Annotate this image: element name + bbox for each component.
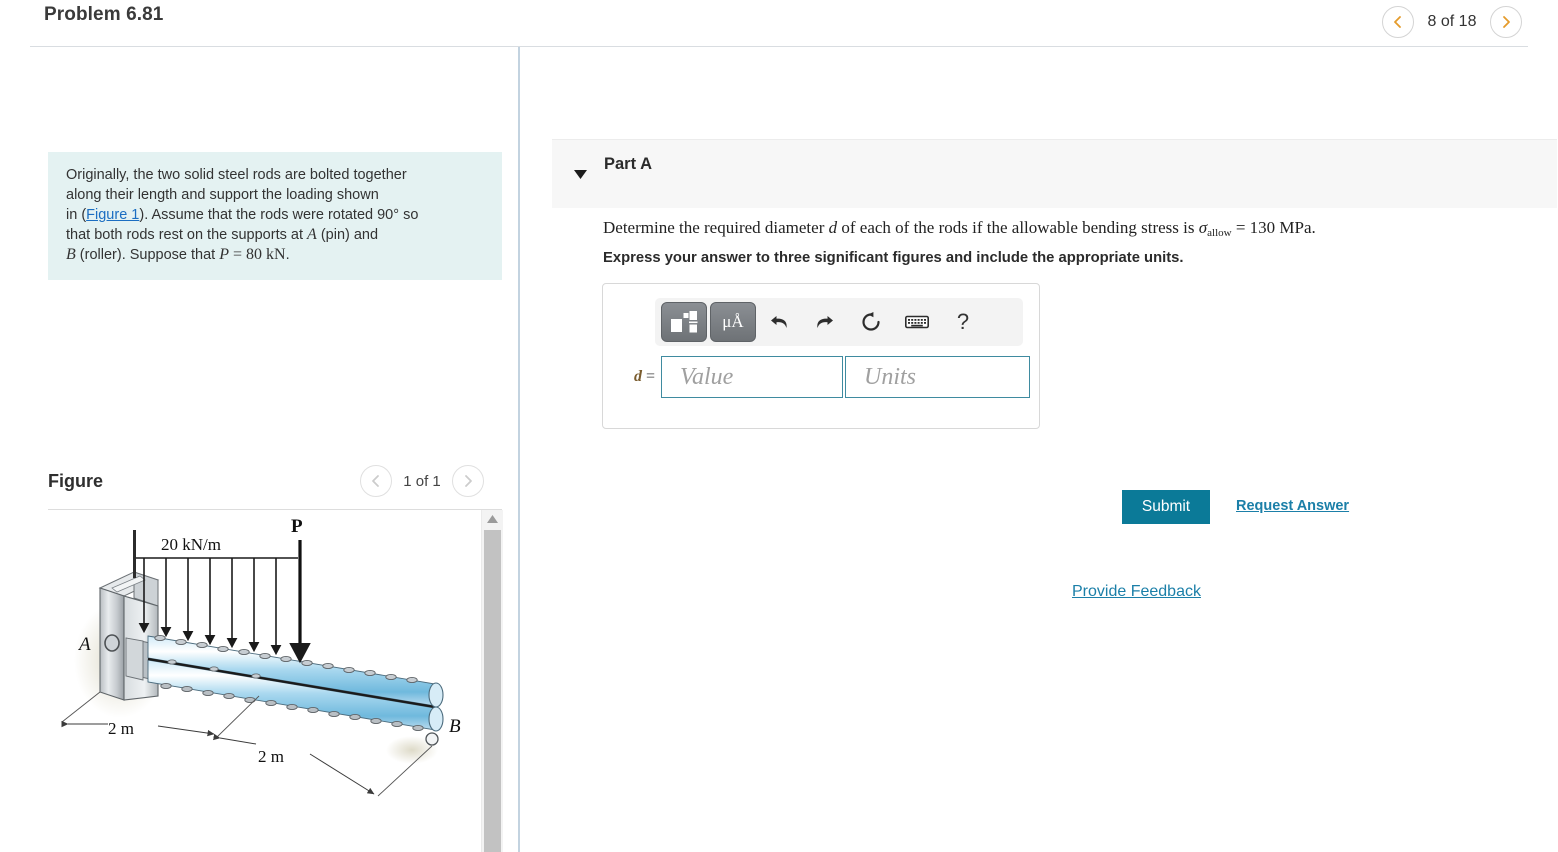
scroll-up-arrow-icon — [487, 515, 498, 523]
dimension-1-label: 2 m — [108, 719, 134, 738]
page-header: Problem 6.81 8 of 18 — [0, 0, 1558, 47]
units-button[interactable]: μÅ — [710, 302, 756, 342]
stress-symbol: σ — [1198, 218, 1208, 237]
caret-down-icon[interactable] — [574, 166, 587, 184]
statement-line-1: Originally, the two solid steel rods are… — [66, 167, 407, 183]
distributed-load-label: 20 kN/m — [161, 535, 221, 554]
question-text: Determine the required diameter d of eac… — [603, 217, 1503, 244]
question-end: . — [1311, 218, 1316, 237]
next-figure-button[interactable] — [452, 465, 484, 497]
page-title: Problem 6.81 — [44, 4, 164, 25]
undo-arrow-icon — [771, 316, 787, 328]
figure-header: Figure 1 of 1 — [48, 465, 502, 505]
problem-page: Problem 6.81 8 of 18 Originally, the two… — [0, 0, 1558, 852]
answer-variable: d — [633, 368, 642, 385]
figure-viewport[interactable]: 20 kN/m P A B 2 m 2 m — [48, 510, 502, 852]
keyboard-icon — [905, 315, 929, 329]
figure-link[interactable]: Figure 1 — [86, 207, 139, 223]
answer-toolbar: μÅ ? — [655, 298, 1023, 346]
part-label: Part A — [604, 155, 652, 173]
load-symbol: P — [219, 246, 230, 263]
previous-problem-button[interactable] — [1382, 6, 1414, 38]
left-panel: Originally, the two solid steel rods are… — [0, 47, 518, 852]
chevron-left-icon — [1394, 16, 1401, 28]
point-load-label: P — [291, 516, 303, 537]
problem-pager: 8 of 18 — [1382, 0, 1522, 44]
statement-line-4-post: (pin) and — [316, 227, 379, 243]
undo-button[interactable] — [756, 302, 802, 342]
support-a-symbol: A — [307, 226, 317, 243]
statement-line-3-pre: in ( — [66, 207, 87, 223]
chevron-right-icon — [1503, 16, 1510, 28]
statement-line-5-end: . — [285, 247, 290, 263]
request-answer-link[interactable]: Request Answer — [1236, 498, 1349, 514]
scroll-up-button[interactable] — [482, 510, 503, 528]
stress-subscript: allow — [1207, 226, 1232, 239]
next-problem-button[interactable] — [1490, 6, 1522, 38]
reset-button[interactable] — [848, 302, 894, 342]
math-template-icon — [671, 311, 698, 333]
answer-variable-label: d = — [621, 368, 661, 386]
math-template-button[interactable] — [661, 302, 707, 342]
diameter-variable: d — [828, 218, 838, 237]
figure-title: Figure — [48, 471, 104, 491]
submit-button[interactable]: Submit — [1122, 490, 1210, 524]
right-panel: Part A Determine the required diameter d… — [520, 47, 1558, 852]
answer-input-row: d = — [621, 356, 1030, 398]
support-a-label: A — [77, 634, 91, 655]
chevron-left-icon — [372, 475, 379, 487]
help-button[interactable]: ? — [940, 302, 986, 342]
statement-line-4-pre: that both rods rest on the supports at — [66, 227, 308, 243]
beam-figure: 20 kN/m P A B 2 m 2 m — [61, 516, 461, 797]
load-value: = 80 kN — [229, 246, 286, 263]
redo-arrow-icon — [817, 316, 833, 328]
redo-button[interactable] — [802, 302, 848, 342]
value-input[interactable] — [661, 356, 843, 398]
units-input[interactable] — [845, 356, 1030, 398]
part-a-header[interactable]: Part A — [552, 139, 1557, 208]
chevron-right-icon — [465, 475, 472, 487]
dimension-2-label: 2 m — [258, 747, 284, 766]
units-button-label: μÅ — [722, 312, 744, 331]
answer-card: μÅ ? d = Value Units — [602, 283, 1040, 429]
help-button-label: ? — [956, 309, 970, 334]
support-b-symbol: B — [66, 246, 76, 263]
question-pre: Determine the required diameter — [603, 218, 829, 237]
instruction-text: Express your answer to three significant… — [603, 250, 1184, 266]
scrollbar-thumb[interactable] — [484, 530, 501, 852]
answer-equals: = — [641, 368, 655, 385]
previous-figure-button[interactable] — [360, 465, 392, 497]
problem-statement: Originally, the two solid steel rods are… — [48, 152, 502, 280]
stress-value: = 130 MPa — [1231, 218, 1312, 237]
figure-scrollbar[interactable] — [481, 510, 503, 852]
reset-circular-arrow-icon — [862, 312, 880, 331]
problem-pager-label: 8 of 18 — [1427, 13, 1477, 30]
figure-pager: 1 of 1 — [360, 465, 484, 497]
question-mid: of each of the rods if the allowable ben… — [837, 218, 1199, 237]
support-b-label: B — [449, 716, 461, 737]
keyboard-button[interactable] — [894, 302, 940, 342]
provide-feedback-link[interactable]: Provide Feedback — [1072, 583, 1201, 601]
statement-line-3-post: ). Assume that the rods were rotated 90°… — [139, 207, 419, 223]
statement-line-5-mid: (roller). Suppose that — [75, 247, 220, 263]
figure-pager-label: 1 of 1 — [403, 472, 441, 490]
statement-line-2: along their length and support the loadi… — [66, 187, 379, 203]
